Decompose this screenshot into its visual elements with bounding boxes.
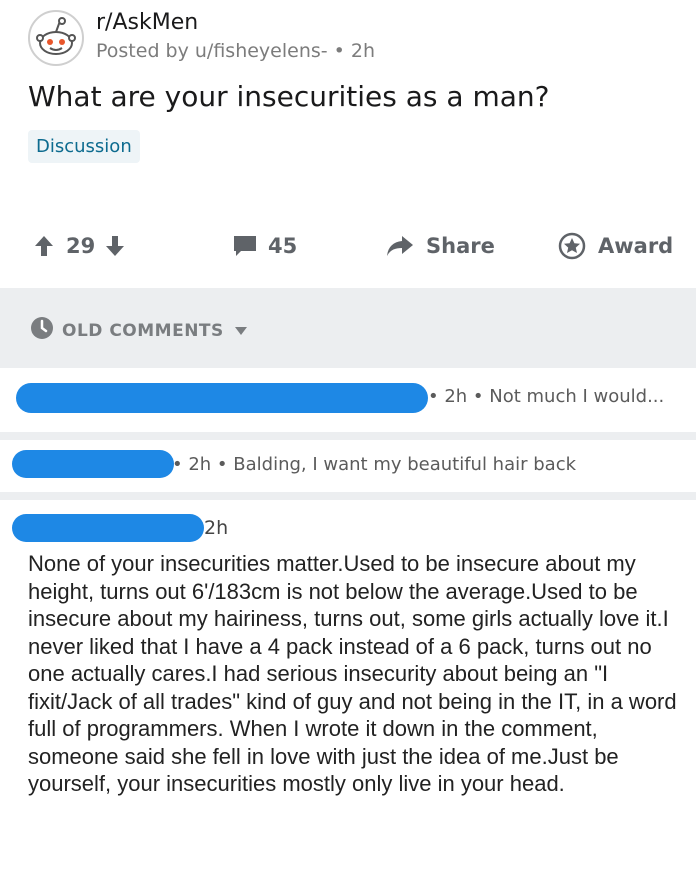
- award-label: Award: [598, 234, 674, 258]
- post-flair[interactable]: Discussion: [28, 130, 140, 163]
- comment-divider: [0, 432, 696, 440]
- comment-sort-bar: OLD COMMENTS: [0, 288, 696, 368]
- post-byline: Posted by u/fisheyelens- • 2h: [96, 40, 376, 62]
- comment-collapsed-2[interactable]: • 2h • Balding, I want my beautiful hair…: [0, 440, 696, 492]
- comment-body: None of your insecurities matter.Used to…: [28, 551, 677, 796]
- redacted-username: [12, 450, 174, 478]
- post-card: r/AskMen Posted by u/fisheyelens- • 2h W…: [0, 0, 696, 288]
- downvote-icon[interactable]: [105, 235, 125, 257]
- comment-divider: [0, 492, 696, 500]
- comment-meta: • 2h • Balding, I want my beautiful hair…: [172, 454, 577, 475]
- comment-meta: • 2h • Not much I would...: [428, 386, 665, 407]
- comment-collapsed-1[interactable]: • 2h • Not much I would...: [0, 368, 696, 432]
- award-icon: [558, 232, 586, 260]
- sort-label: OLD COMMENTS: [62, 320, 224, 341]
- post-title[interactable]: What are your insecurities as a man?: [28, 80, 550, 113]
- vote-count: 29: [66, 234, 96, 258]
- subreddit-avatar-icon[interactable]: [28, 10, 84, 66]
- comment-sort-dropdown[interactable]: OLD COMMENTS: [30, 316, 248, 345]
- redacted-username: [16, 383, 428, 413]
- share-button[interactable]: Share: [386, 226, 495, 266]
- vote-group: 29: [34, 226, 125, 266]
- comment-timestamp: 2h: [204, 517, 229, 539]
- caret-down-icon: [234, 321, 248, 341]
- subreddit-name[interactable]: r/AskMen: [96, 10, 198, 35]
- award-button[interactable]: Award: [558, 226, 673, 266]
- redacted-username: [12, 514, 204, 542]
- upvote-icon[interactable]: [34, 235, 54, 257]
- comment-icon: [232, 234, 258, 258]
- share-icon: [386, 234, 414, 258]
- post-actions-bar: 29 45 Share Award: [0, 226, 696, 266]
- share-label: Share: [426, 234, 495, 258]
- comments-button[interactable]: 45: [232, 226, 297, 266]
- comments-count: 45: [268, 234, 298, 258]
- clock-icon: [30, 316, 54, 345]
